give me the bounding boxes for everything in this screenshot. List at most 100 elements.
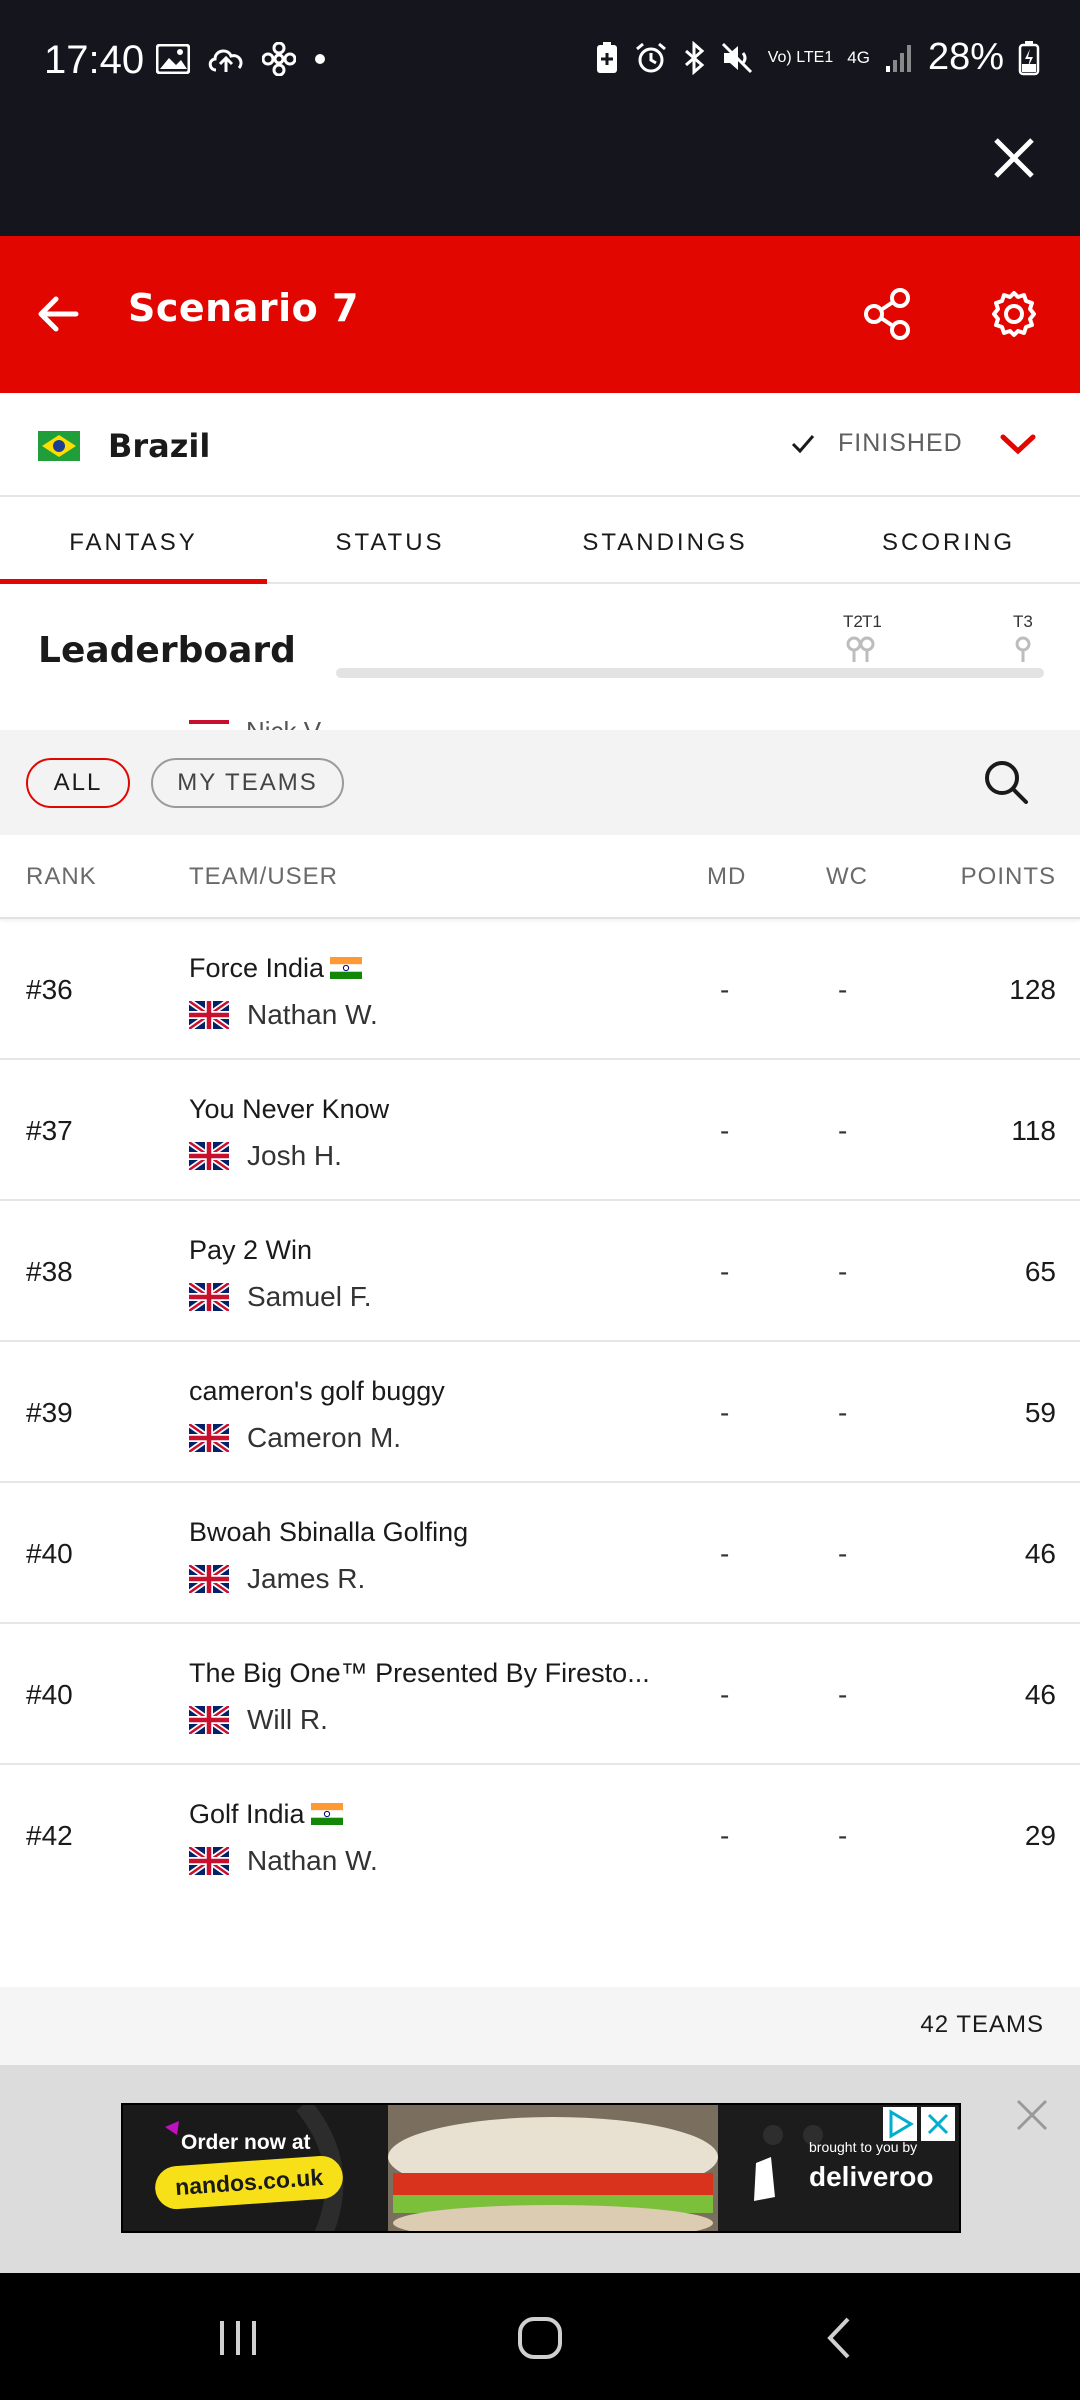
- header-md: MD: [707, 863, 747, 890]
- row-points: 118: [1011, 1115, 1056, 1146]
- back-nav-icon[interactable]: [812, 2313, 872, 2363]
- notification-icons: [156, 42, 328, 76]
- row-md: -: [720, 974, 730, 1005]
- timeline-pin-icon[interactable]: [1014, 636, 1032, 662]
- close-ad-icon[interactable]: [1012, 2095, 1052, 2135]
- row-points: 29: [1024, 1820, 1056, 1851]
- search-icon[interactable]: [980, 756, 1032, 808]
- gear-icon[interactable]: [986, 284, 1042, 344]
- ad-order-text: Order now at: [181, 2131, 311, 2154]
- row-team-name: Pay 2 Win: [189, 1235, 313, 1265]
- back-arrow-icon[interactable]: [34, 284, 82, 344]
- row-points: 59: [1024, 1397, 1056, 1428]
- header-rank: RANK: [26, 863, 97, 890]
- recent-apps-icon[interactable]: [208, 2313, 268, 2363]
- row-user-name: James R.: [247, 1563, 366, 1594]
- row-rank: #42: [26, 1820, 73, 1851]
- table-row[interactable]: #42 Golf India Nathan W. - - 29: [0, 1765, 1080, 1906]
- timeline-label-t2: T2: [843, 612, 863, 631]
- status-bar: 17:40 Vo) LTE1 4G 28%: [0, 0, 1080, 236]
- page-title: Scenario 7: [128, 286, 359, 330]
- table-row[interactable]: #37 You Never Know Josh H. - - 118: [0, 1060, 1080, 1201]
- india-flag-icon: [330, 957, 363, 979]
- filter-bar: ALL MY TEAMS: [0, 730, 1080, 835]
- filter-all-chip[interactable]: ALL: [26, 758, 130, 808]
- tab-bar: FANTASY STATUS STANDINGS SCORING: [0, 497, 1080, 584]
- row-md: -: [720, 1820, 730, 1851]
- filter-my-teams-chip[interactable]: MY TEAMS: [151, 758, 344, 808]
- fan-icon: [262, 42, 296, 76]
- row-wc: -: [838, 1115, 848, 1146]
- system-nav-bar: [0, 2273, 1080, 2400]
- table-header: RANK TEAM/USER MD WC POINTS: [0, 835, 1080, 919]
- chevron-down-icon[interactable]: [998, 429, 1038, 459]
- table-row[interactable]: #40 The Big One™ Presented By Firesto...…: [0, 1624, 1080, 1765]
- flag-sliver: [189, 720, 229, 724]
- leaderboard-table: #36 Force India Nathan W. - - 128 #37 Yo…: [0, 919, 1080, 1906]
- leaderboard-header: Leaderboard T2 T1 T3: [0, 584, 1080, 730]
- row-points: 65: [1024, 1256, 1056, 1287]
- battery-charging-icon: [1018, 40, 1040, 75]
- ad-dismiss-icon[interactable]: [921, 2107, 955, 2141]
- row-team-name: You Never Know: [189, 1094, 390, 1124]
- row-rank: #40: [26, 1538, 73, 1569]
- app-header: Scenario 7: [0, 236, 1080, 393]
- row-wc: -: [838, 974, 848, 1005]
- india-flag-icon: [310, 1803, 343, 1825]
- row-wc: -: [838, 1538, 848, 1569]
- row-team-name: Bwoah Sbinalla Golfing: [189, 1517, 469, 1547]
- timeline-track: [336, 668, 1044, 678]
- uk-flag-icon: [189, 1565, 229, 1593]
- row-wc: -: [838, 1679, 848, 1710]
- header-points: POINTS: [960, 863, 1056, 890]
- ad-brought-text: brought to you by: [809, 2139, 918, 2155]
- tab-status[interactable]: STATUS: [267, 497, 513, 584]
- row-md: -: [720, 1115, 730, 1146]
- system-icons: Vo) LTE1 4G 28%: [594, 36, 1040, 79]
- row-md: -: [720, 1397, 730, 1428]
- scrolled-entry-peek: Nick V: [0, 716, 1080, 730]
- table-row[interactable]: #40 Bwoah Sbinalla Golfing James R. - - …: [0, 1483, 1080, 1624]
- table-row[interactable]: #36 Force India Nathan W. - - 128: [0, 919, 1080, 1060]
- row-team: Force India: [189, 953, 363, 984]
- row-rank: #37: [26, 1115, 73, 1146]
- dot-icon: [315, 54, 325, 64]
- table-row[interactable]: #39 cameron's golf buggy Cameron M. - - …: [0, 1342, 1080, 1483]
- row-user-name: Cameron M.: [247, 1422, 402, 1453]
- share-icon[interactable]: [860, 284, 916, 344]
- check-icon: [791, 434, 815, 453]
- row-rank: #40: [26, 1679, 73, 1710]
- row-user: Nathan W.: [189, 1845, 378, 1877]
- peek-user: Nick V: [246, 716, 321, 730]
- row-md: -: [720, 1538, 730, 1569]
- row-user: Josh H.: [189, 1140, 342, 1172]
- ad-banner[interactable]: Order now at nandos.co.uk brought to you…: [121, 2103, 961, 2233]
- row-rank: #36: [26, 974, 73, 1005]
- alarm-icon: [635, 42, 666, 72]
- tab-fantasy[interactable]: FANTASY: [0, 497, 267, 584]
- uk-flag-icon: [189, 1142, 229, 1170]
- tab-standings[interactable]: STANDINGS: [513, 497, 817, 584]
- header-wc: WC: [826, 863, 868, 890]
- row-user-name: Nathan W.: [247, 999, 378, 1030]
- ad-choices-icon[interactable]: [883, 2107, 917, 2141]
- home-icon[interactable]: [510, 2313, 570, 2363]
- row-points: 128: [1009, 974, 1056, 1005]
- tab-scoring[interactable]: SCORING: [817, 497, 1080, 584]
- row-user-name: Will R.: [247, 1704, 328, 1735]
- teams-count: 42 TEAMS: [920, 2011, 1044, 2038]
- timeline-pin-icon[interactable]: [858, 636, 876, 662]
- leaderboard-title: Leaderboard: [38, 630, 296, 671]
- timeline-label-t1: T1: [862, 612, 882, 631]
- row-wc: -: [838, 1820, 848, 1851]
- row-md: -: [720, 1256, 730, 1287]
- race-selector[interactable]: Brazil FINISHED: [0, 393, 1080, 497]
- uk-flag-icon: [189, 1706, 229, 1734]
- table-row[interactable]: #38 Pay 2 Win Samuel F. - - 65: [0, 1201, 1080, 1342]
- close-icon[interactable]: [988, 132, 1040, 184]
- row-user: James R.: [189, 1563, 365, 1595]
- race-status-label: FINISHED: [838, 429, 963, 457]
- row-rank: #39: [26, 1397, 73, 1428]
- row-md: -: [720, 1679, 730, 1710]
- row-team: Golf India: [189, 1799, 343, 1830]
